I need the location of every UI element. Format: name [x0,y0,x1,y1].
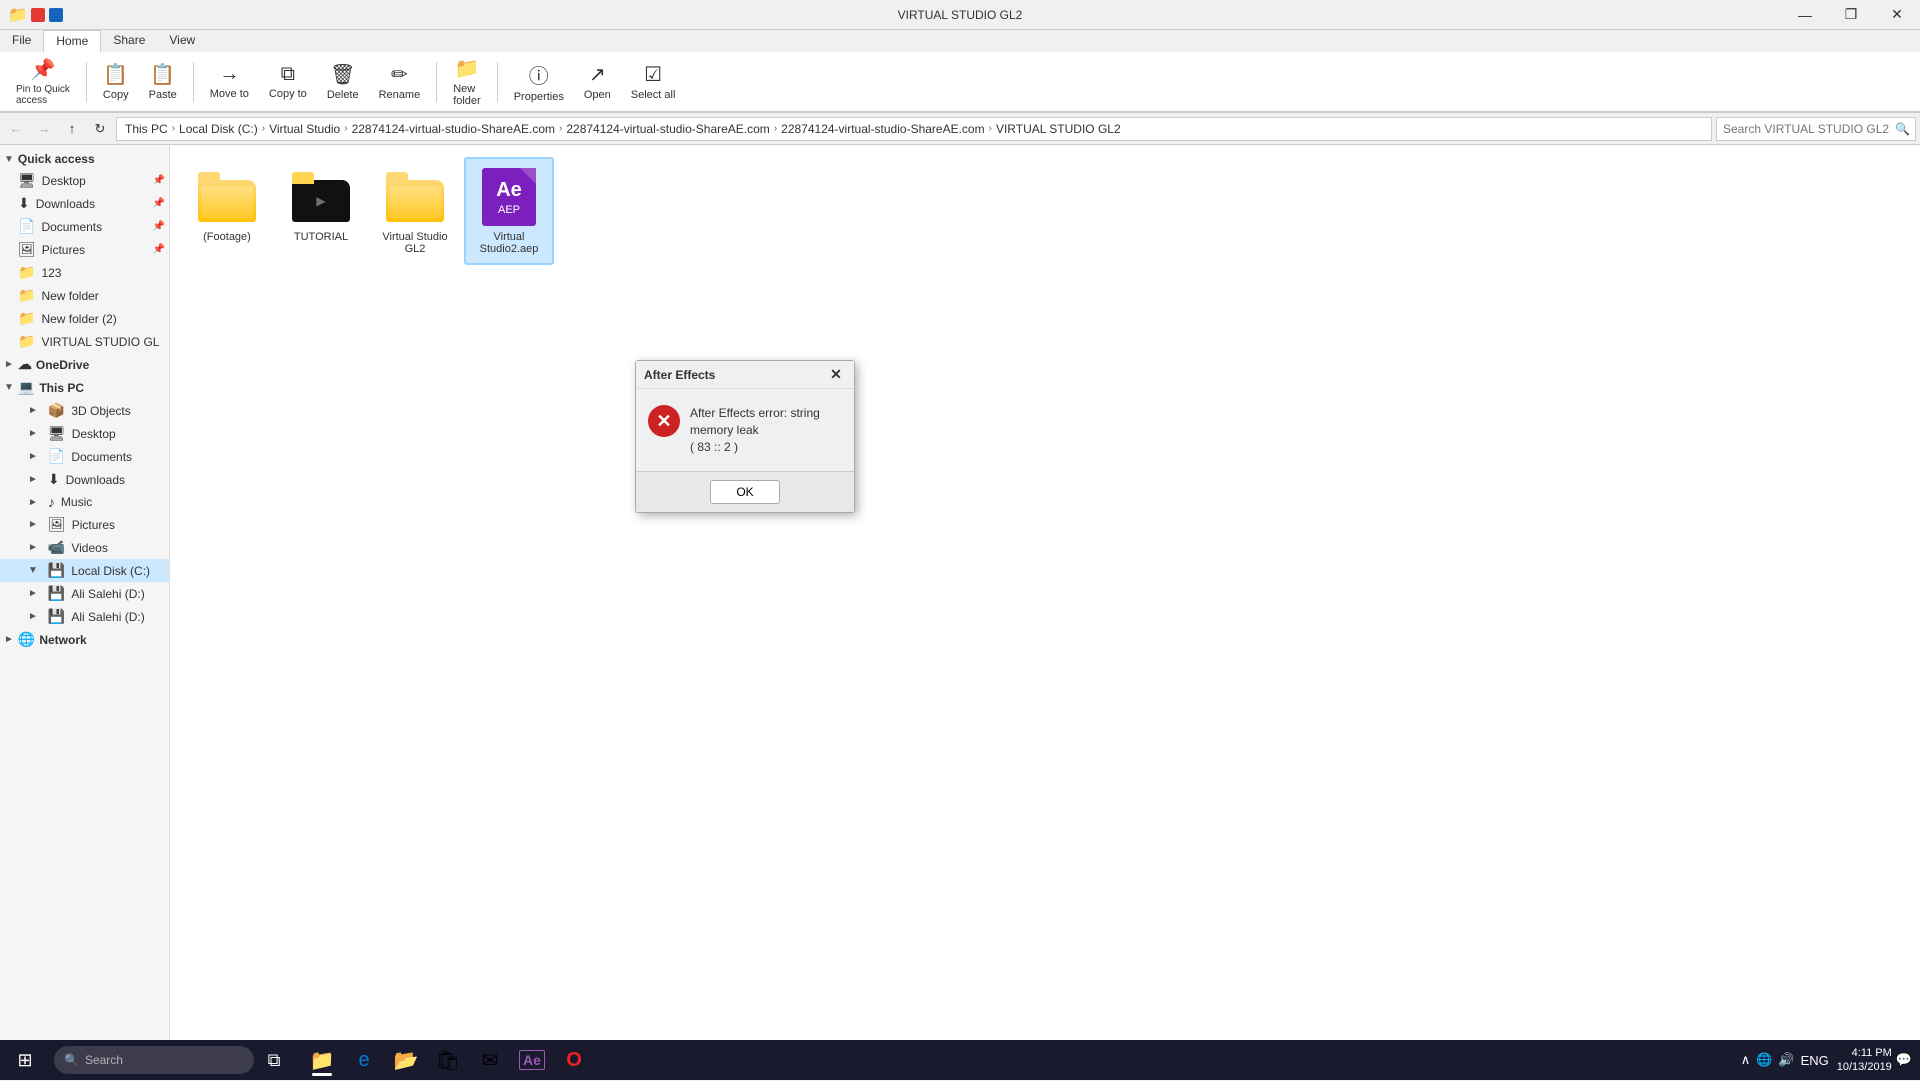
dialog-title: After Effects [644,368,715,382]
dialog-close-button[interactable]: ✕ [826,365,846,385]
dialog-titlebar: After Effects ✕ [636,361,854,389]
modal-overlay: After Effects ✕ ✕ After Effects error: s… [0,0,1920,1080]
dialog-message: After Effects error: string memory leak … [690,405,842,455]
dialog-message-line1: After Effects error: string memory leak [690,405,842,439]
dialog-ok-button[interactable]: OK [710,480,780,504]
dialog-footer: OK [636,471,854,512]
dialog-body: ✕ After Effects error: string memory lea… [636,389,854,463]
error-icon: ✕ [648,405,680,437]
after-effects-dialog: After Effects ✕ ✕ After Effects error: s… [635,360,855,513]
dialog-message-line2: ( 83 :: 2 ) [690,439,842,456]
